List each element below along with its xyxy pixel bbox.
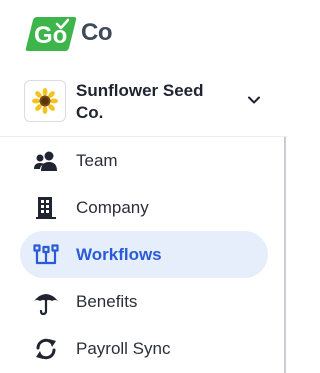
sidebar-item-label: Payroll Sync	[76, 338, 171, 358]
sidebar-nav: Team Company Workflows Benefits Payroll …	[20, 137, 268, 372]
sidebar-item-label: Benefits	[76, 291, 138, 311]
sidebar-item-payroll-sync[interactable]: Payroll Sync	[20, 325, 268, 372]
sidebar-item-company[interactable]: Company	[20, 184, 268, 231]
sidebar-item-label: Workflows	[76, 244, 162, 264]
company-switcher[interactable]: Sunflower Seed Co.	[24, 80, 274, 130]
company-avatar	[24, 80, 66, 122]
goco-logo-badge: Go	[24, 15, 78, 51]
sidebar-item-label: Team	[76, 150, 118, 170]
sidebar-scrollbar[interactable]	[284, 137, 286, 373]
sidebar-item-label: Company	[76, 197, 149, 217]
goco-logo[interactable]: Go Co	[24, 14, 113, 52]
sidebar-item-benefits[interactable]: Benefits	[20, 278, 268, 325]
workflows-icon	[32, 241, 60, 269]
team-icon	[32, 147, 60, 175]
logo-co-text: Co	[81, 19, 113, 46]
sidebar-item-team[interactable]: Team	[20, 137, 268, 184]
company-name: Sunflower Seed Co.	[76, 81, 204, 122]
sidebar-item-workflows[interactable]: Workflows	[20, 231, 268, 278]
chevron-down-icon[interactable]	[246, 92, 262, 108]
umbrella-icon	[32, 288, 60, 316]
building-icon	[32, 194, 60, 222]
sync-icon	[32, 335, 60, 363]
sunflower-icon	[32, 88, 58, 114]
